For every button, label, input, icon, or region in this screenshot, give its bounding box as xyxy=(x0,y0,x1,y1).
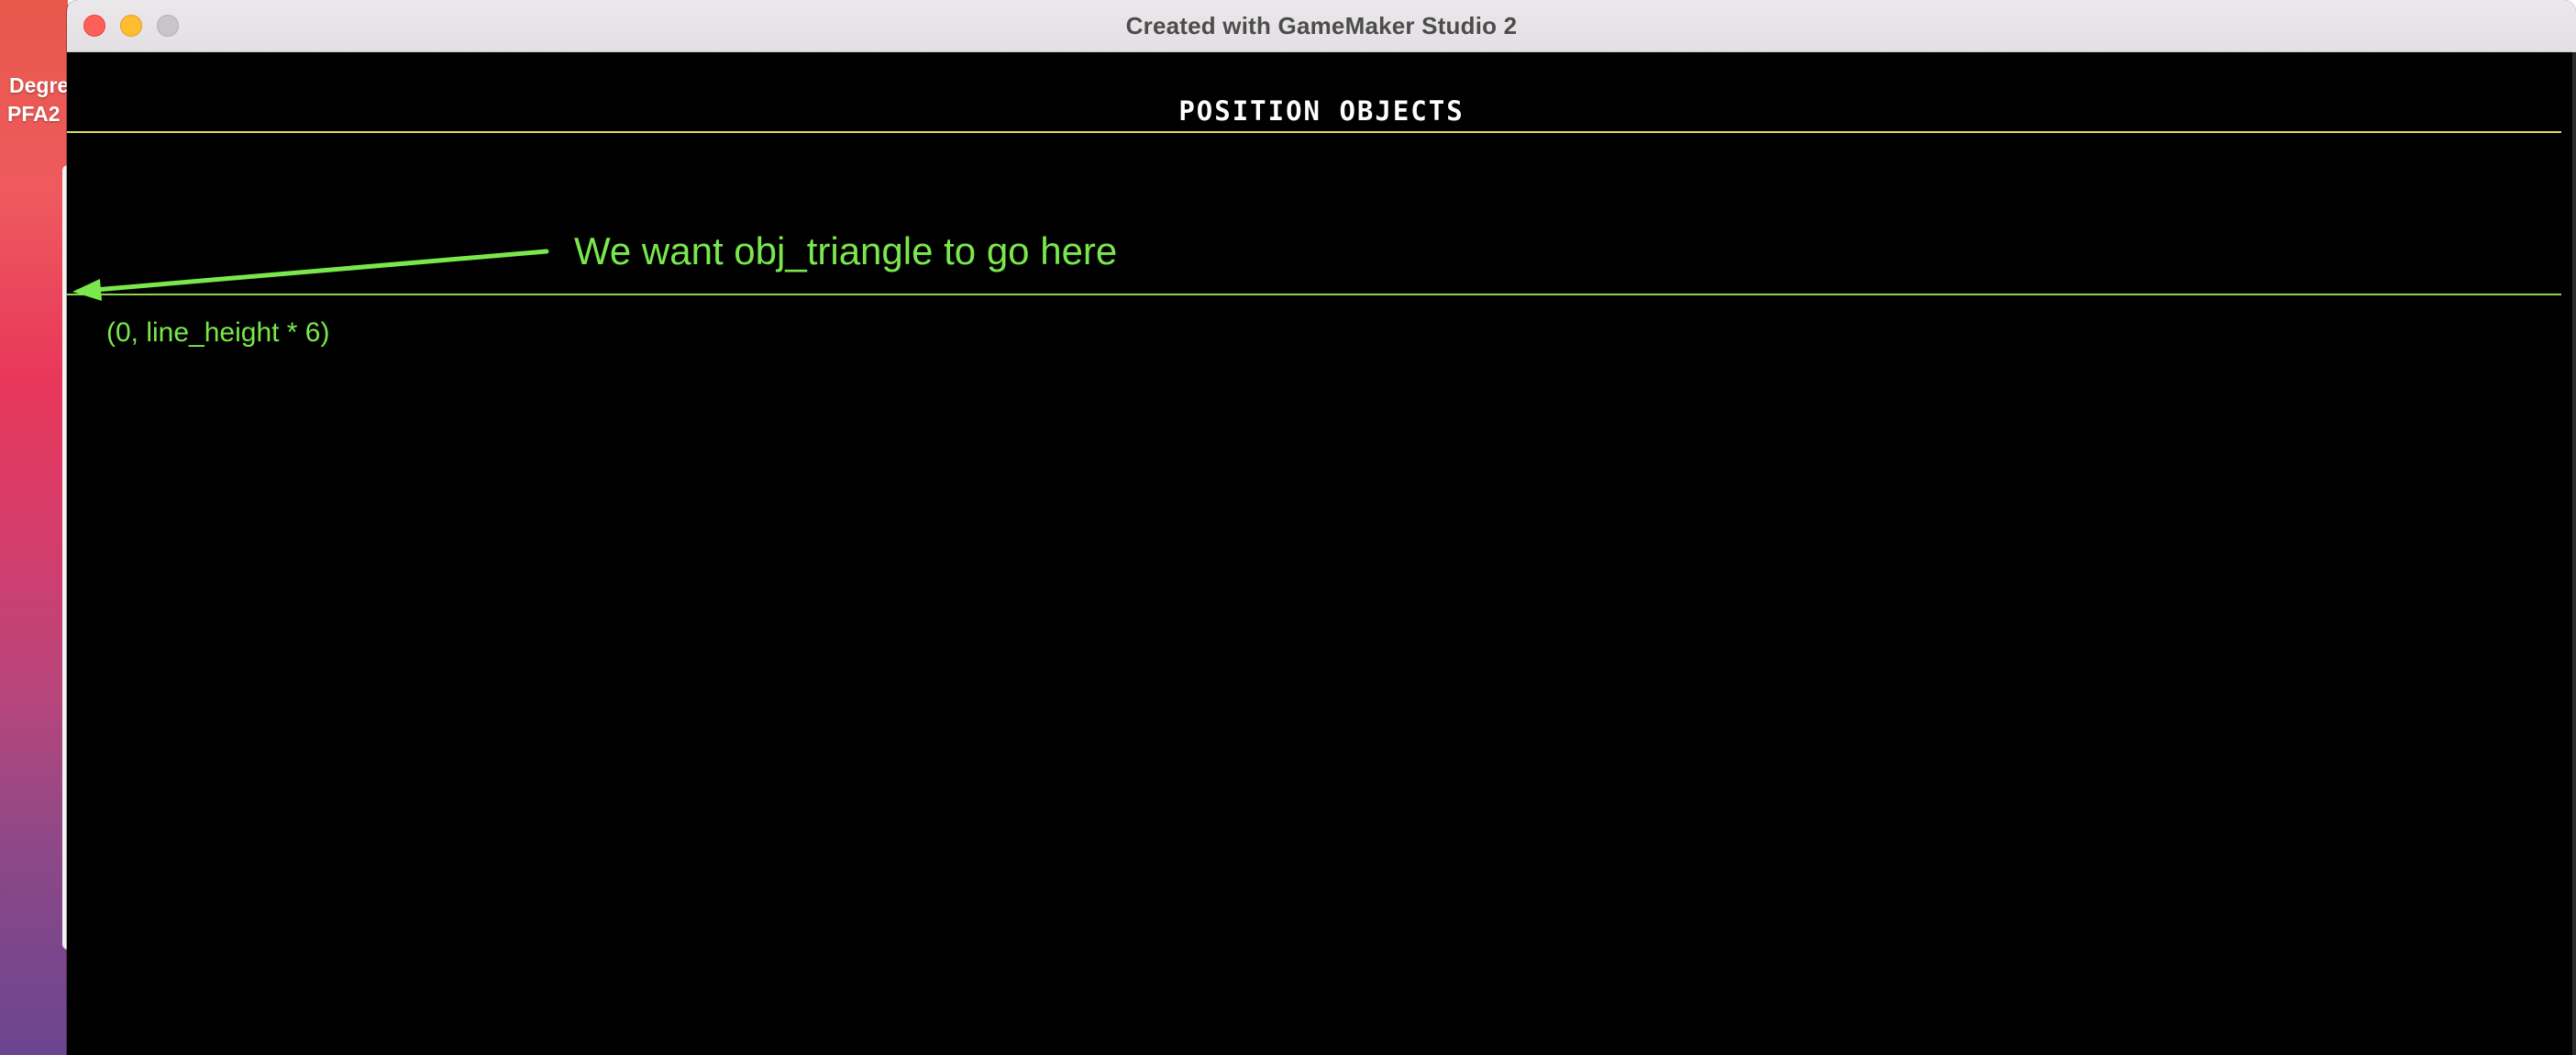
desktop-background: Degre PFA2 xyxy=(0,0,68,1055)
annotation-arrow-icon xyxy=(72,249,549,301)
desktop-icon-label[interactable]: PFA2 xyxy=(7,101,61,128)
window-titlebar[interactable]: Created with GameMaker Studio 2 xyxy=(67,0,2576,52)
window-title: Created with GameMaker Studio 2 xyxy=(1125,12,1518,39)
game-window: Created with GameMaker Studio 2 POSITION… xyxy=(67,0,2576,1055)
desktop-icon-label[interactable]: Degre xyxy=(9,72,68,99)
coordinate-label: (0, line_height * 6) xyxy=(106,317,330,348)
window-right-edge xyxy=(2572,52,2576,1055)
annotation-text: We want obj_triangle to go here xyxy=(574,229,1118,272)
game-canvas[interactable]: POSITION OBJECTS We want obj_triangle to… xyxy=(67,52,2576,1055)
